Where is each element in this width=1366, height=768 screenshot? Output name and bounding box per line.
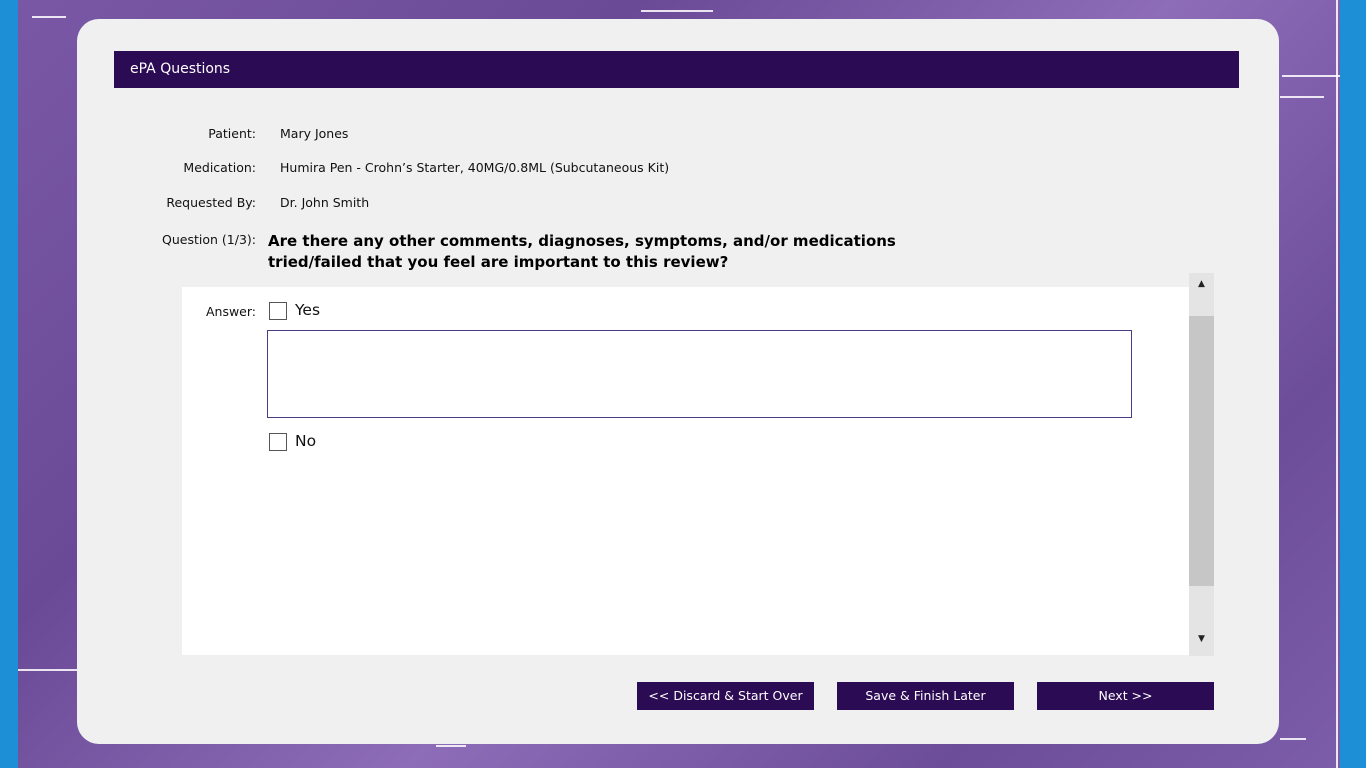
epa-questions-dialog: ePA Questions Patient: Mary Jones Medica… [77,19,1279,744]
yes-label: Yes [295,301,321,319]
no-label: No [295,432,317,450]
decorative-line [32,16,66,18]
answer-scrollbar[interactable]: ▲ ▼ [1189,273,1214,656]
scroll-thumb[interactable] [1189,316,1214,586]
decorative-line [18,669,78,671]
comment-textbox[interactable] [267,330,1132,418]
decorative-line [1282,75,1340,77]
question-counter-label: Question (1/3): [162,232,256,247]
requested-by-label: Requested By: [166,195,256,210]
no-checkbox[interactable] [269,433,287,451]
discard-start-over-button[interactable]: << Discard & Start Over [637,682,814,710]
question-text: Are there any other comments, diagnoses,… [268,232,896,271]
right-edge-strip [1340,0,1366,768]
decorative-line [1280,96,1324,98]
patient-label: Patient: [208,126,256,141]
decorative-line [436,745,466,747]
yes-checkbox[interactable] [269,302,287,320]
next-button[interactable]: Next >> [1037,682,1214,710]
medication-label: Medication: [183,160,256,175]
left-edge-strip [0,0,18,768]
requested-by-value: Dr. John Smith [280,195,370,210]
answer-panel: Answer: Yes No [182,287,1190,655]
decorative-line [1336,0,1338,768]
answer-label: Answer: [205,304,256,319]
dialog-title: ePA Questions [114,51,1239,88]
decorative-line [641,10,713,12]
scroll-down-icon[interactable]: ▼ [1189,628,1214,650]
scroll-up-icon[interactable]: ▲ [1189,273,1214,295]
patient-value: Mary Jones [280,126,349,141]
save-finish-later-button[interactable]: Save & Finish Later [837,682,1014,710]
decorative-line [1280,738,1306,740]
medication-value: Humira Pen - Crohn’s Starter, 40MG/0.8ML… [280,160,670,175]
